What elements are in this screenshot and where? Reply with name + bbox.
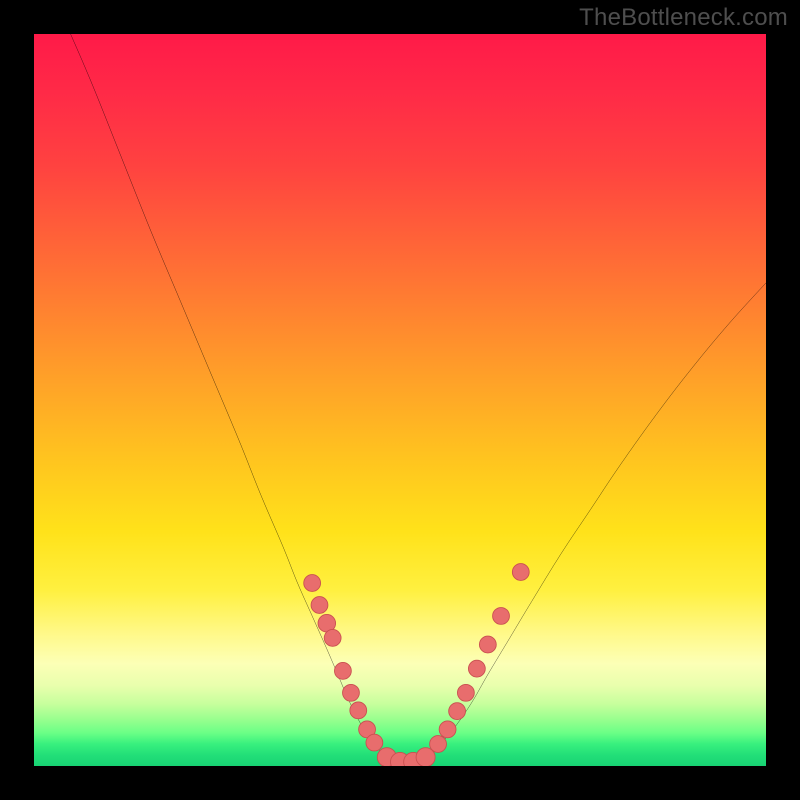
curve-marker [512, 564, 529, 581]
attribution-text: TheBottleneck.com [579, 4, 788, 32]
curve-marker [449, 703, 466, 720]
curve-marker [439, 721, 456, 738]
bottleneck-curve [71, 34, 766, 762]
curve-marker [457, 684, 474, 701]
curve-marker [343, 684, 360, 701]
curve-marker [350, 702, 367, 719]
curve-markers [304, 564, 529, 766]
plot-area [34, 34, 766, 766]
curve-marker [311, 597, 328, 614]
curve-marker [366, 734, 383, 751]
curve-svg [34, 34, 766, 766]
chart-frame: TheBottleneck.com [0, 0, 800, 800]
curve-marker [468, 660, 485, 677]
curve-marker [304, 575, 321, 592]
curve-marker [430, 736, 447, 753]
curve-marker [479, 636, 496, 653]
curve-marker [493, 608, 510, 625]
curve-marker [324, 629, 341, 646]
curve-marker [334, 662, 351, 679]
